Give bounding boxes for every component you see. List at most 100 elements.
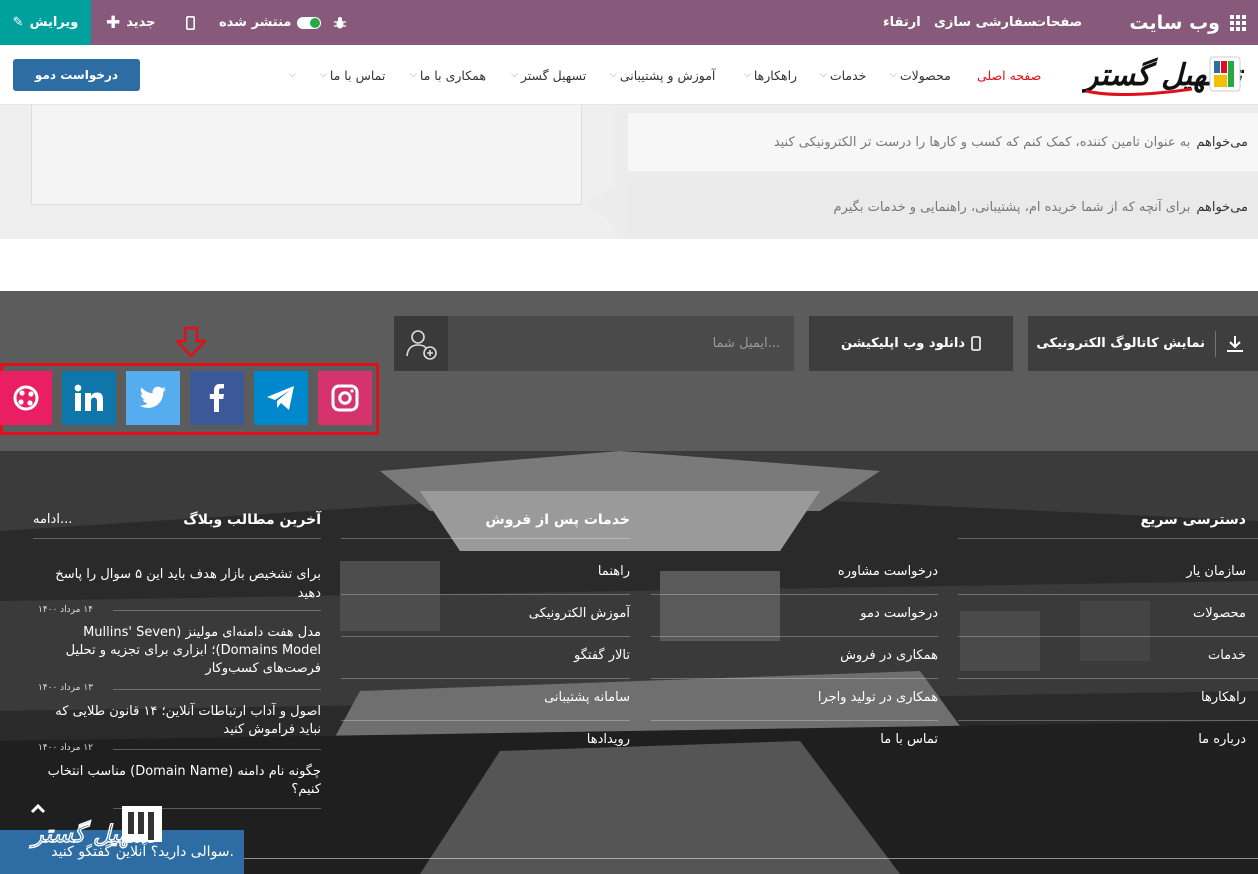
menu-pages[interactable]: صفحات <box>1033 0 1082 45</box>
blog-post-1[interactable]: برای تشخیص بازار هدف باید این ۵ سوال را … <box>40 565 321 603</box>
quick-access-title: دسترسی سریع <box>1140 512 1246 528</box>
nav-home[interactable]: صفحه اصلی <box>977 45 1041 105</box>
divider <box>651 720 938 721</box>
download-app-button[interactable]: دانلود وب اپلیکیشن <box>809 316 1013 371</box>
app-brand[interactable]: وب سایت <box>1129 0 1246 45</box>
telegram-icon <box>267 386 294 410</box>
divider <box>341 594 630 595</box>
divider <box>341 678 630 679</box>
site-header: درخواست دمو ⌵ ⌵ تماس با ما ⌵ همکاری با ما … <box>0 45 1258 105</box>
divider <box>341 720 630 721</box>
divider <box>113 610 321 611</box>
published-label: منتشر شده <box>219 15 292 30</box>
nav-contact[interactable]: ⌵ تماس با ما <box>320 45 385 105</box>
website-editor-bar: ✎ ویرایش ✚ جدید منتشر شده ارتقاء سفارشی … <box>0 0 1258 45</box>
after-sales-guide[interactable]: راهنما <box>400 564 630 579</box>
divider <box>958 594 1258 595</box>
divider <box>958 678 1258 679</box>
blog-post-1-date: ۱۴ مرداد ۱۴۰۰ <box>37 605 93 615</box>
quick-link-production-partner[interactable]: همکاری در تولید واجرا <box>700 690 938 705</box>
menu-customize[interactable]: سفارشی سازی <box>934 0 1036 45</box>
nav-education-support[interactable]: ⌵ آموزش و پشتیبانی <box>610 45 715 105</box>
quick-link-about[interactable]: درباره ما <box>1100 732 1246 747</box>
new-label: جدید <box>126 15 156 30</box>
new-button[interactable]: ✚ جدید <box>106 0 156 45</box>
plus-icon: ✚ <box>106 12 121 33</box>
nav-more-caret[interactable]: ⌵ <box>289 45 299 105</box>
nav-products[interactable]: ⌵ محصولات <box>890 45 951 105</box>
blog-rule <box>33 538 321 539</box>
blog-post-3[interactable]: اصول و آداب ارتباطات آنلاین؛ ۱۴ قانون طل… <box>40 703 321 739</box>
blog-title: آخرین مطالب وبلاگ <box>183 512 321 528</box>
edit-label: ویرایش <box>29 15 79 30</box>
chat-logo-overlay: تسهیل گستر <box>28 803 162 849</box>
catalog-button[interactable]: نمایش کاتالوگ الکترونیکی <box>1028 316 1258 371</box>
linkedin-icon <box>74 384 103 411</box>
divider <box>958 720 1258 721</box>
app-label: دانلود وب اپلیکیشن <box>840 336 966 351</box>
subscribe-button[interactable] <box>394 316 448 371</box>
quick-link-sazmanyar[interactable]: سازمان یار <box>1100 564 1246 579</box>
telegram-button[interactable] <box>254 371 308 425</box>
spacer <box>0 239 1258 291</box>
blog-post-2[interactable]: مدل هفت دامنه‌ای مولینز (Mullins' Seven … <box>40 624 321 678</box>
quick-link-consult[interactable]: درخواست مشاوره <box>700 564 938 579</box>
divider <box>651 636 938 637</box>
nav-solutions[interactable]: ⌵ راهکارها <box>744 45 797 105</box>
debug-button[interactable] <box>333 0 347 45</box>
brand-label: وب سایت <box>1129 11 1220 34</box>
instagram-icon <box>331 384 359 412</box>
blog-post-3-date: ۱۲ مرداد ۱۴۰۰ <box>37 743 93 753</box>
divider <box>651 678 938 679</box>
quick-link-services[interactable]: خدمات <box>1100 648 1246 663</box>
blog-post-4[interactable]: چگونه نام دامنه (Domain Name) مناسب انتخ… <box>40 763 321 799</box>
arrow-down-icon <box>175 326 207 358</box>
divider <box>341 636 630 637</box>
mobile-icon <box>971 336 981 351</box>
quick-link-contact[interactable]: تماس با ما <box>700 732 938 747</box>
after-sales-elearning[interactable]: آموزش الکترونیکی <box>400 606 630 621</box>
email-input[interactable] <box>448 316 794 371</box>
nav-tashilgostar[interactable]: ⌵ تسهیل گستر <box>511 45 586 105</box>
after-sales-support-system[interactable]: سامانه پشتیبانی <box>400 690 630 705</box>
edit-button[interactable]: ✎ ویرایش <box>0 0 91 45</box>
site-logo[interactable]: تسهیل گستر <box>1080 51 1245 101</box>
nav-services[interactable]: ⌵ خدمات <box>820 45 866 105</box>
blog-more-link[interactable]: ادامه... <box>33 512 113 527</box>
toggle-switch[interactable] <box>297 16 322 29</box>
publish-toggle[interactable]: منتشر شده <box>219 0 322 45</box>
option-supplier[interactable]: به عنوان تامین کننده، کمک کنم که کسب و ک… <box>628 113 1258 171</box>
instagram-button[interactable] <box>318 371 372 425</box>
mobile-preview-button[interactable] <box>186 0 195 45</box>
quick-link-sales-partner[interactable]: همکاری در فروش <box>700 648 938 663</box>
add-user-icon <box>406 329 437 360</box>
nav-cooperation[interactable]: ⌵ همکاری با ما <box>410 45 486 105</box>
after-sales-events[interactable]: رویدادها <box>400 732 630 747</box>
twitter-icon <box>139 386 166 408</box>
bug-icon <box>334 16 346 28</box>
linkedin-button[interactable] <box>62 371 116 425</box>
download-icon <box>1227 335 1243 352</box>
after-sales-title: خدمات پس از فروش <box>485 512 630 528</box>
facebook-button[interactable] <box>190 371 244 425</box>
option-customer[interactable]: برای آنچه که از شما خریده ام، پشتیبانی، … <box>628 178 1258 236</box>
request-demo-button[interactable]: درخواست دمو <box>13 59 140 91</box>
pencil-icon: ✎ <box>12 15 24 30</box>
quick-link-solutions[interactable]: راهکارها <box>1100 690 1246 705</box>
mobile-icon <box>186 15 195 30</box>
facebook-icon <box>209 384 224 412</box>
quick-link-demo[interactable]: درخواست دمو <box>700 606 938 621</box>
after-sales-rule <box>341 538 630 539</box>
catalog-label: نمایش کاتالوگ الکترونیکی <box>1036 336 1205 351</box>
apps-grid-icon[interactable] <box>1230 14 1246 31</box>
content-card <box>31 105 582 205</box>
twitter-button[interactable] <box>126 371 180 425</box>
aparat-button[interactable] <box>0 371 52 425</box>
menu-upgrade[interactable]: ارتقاء <box>883 0 921 45</box>
divider <box>651 594 938 595</box>
quick-access-rule <box>958 538 1258 539</box>
divider <box>113 749 321 750</box>
blog-post-2-date: ۱۳ مرداد ۱۴۰۰ <box>37 683 93 693</box>
after-sales-forum[interactable]: تالار گفتگو <box>400 648 630 663</box>
quick-link-products[interactable]: محصولات <box>1100 606 1246 621</box>
